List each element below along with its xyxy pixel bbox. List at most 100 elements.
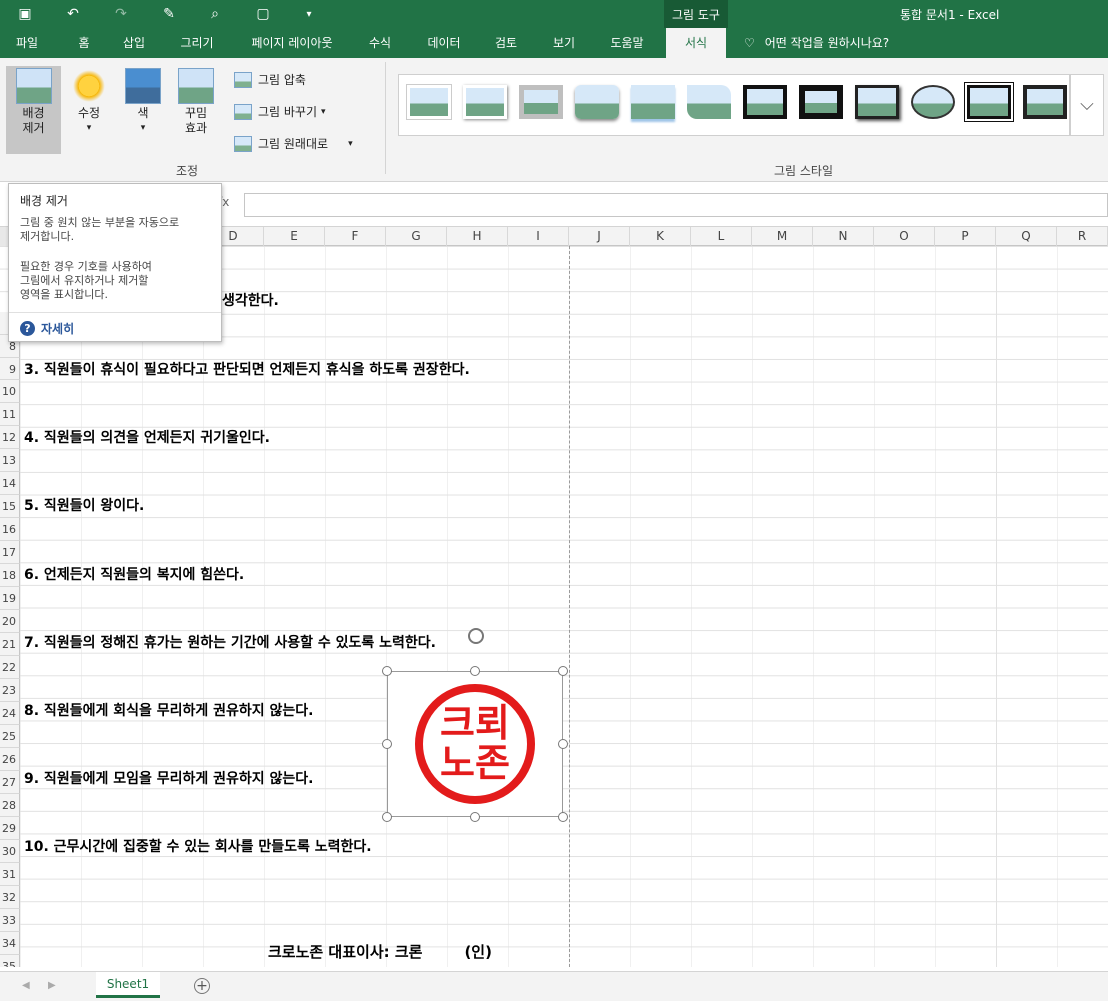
color-button[interactable]: 색 ▾: [120, 66, 166, 154]
row-header[interactable]: 16: [0, 518, 20, 541]
cell-text-row12[interactable]: 4. 직원들의 의견을 언제든지 귀기울인다.: [24, 427, 270, 447]
seal-picture[interactable]: 크뢰 노존: [387, 671, 563, 817]
row-header[interactable]: 29: [0, 817, 20, 840]
column-header[interactable]: Q: [996, 227, 1057, 246]
picture-style-thumb[interactable]: [964, 82, 1014, 122]
row-header[interactable]: 28: [0, 794, 20, 817]
row-header[interactable]: 9: [0, 358, 20, 380]
row-header[interactable]: 22: [0, 656, 20, 679]
row-header[interactable]: 14: [0, 472, 20, 495]
tab-view[interactable]: 보기: [542, 28, 586, 58]
column-header[interactable]: E: [264, 227, 325, 246]
column-header[interactable]: F: [325, 227, 386, 246]
row-header[interactable]: 20: [0, 610, 20, 633]
signature-text[interactable]: 크로노존 대표이사: 크론 (인): [268, 941, 492, 962]
cell-text-row9[interactable]: 3. 직원들이 휴식이 필요하다고 판단되면 언제든지 휴식을 하도록 권장한다…: [24, 359, 470, 379]
row-header[interactable]: 31: [0, 863, 20, 886]
tab-review[interactable]: 검토: [484, 28, 528, 58]
resize-handle[interactable]: [558, 812, 568, 822]
column-header[interactable]: G: [386, 227, 447, 246]
formula-input[interactable]: [244, 193, 1108, 217]
worksheet-grid[interactable]: 7 8 9 10 11 12 13 14 15 16 17 18 19 20 2…: [0, 246, 1108, 967]
resize-handle[interactable]: [382, 666, 392, 676]
cell-text-row6[interactable]: 생각한다.: [222, 290, 279, 310]
tab-insert[interactable]: 삽입: [112, 28, 156, 58]
cell-text-row24[interactable]: 8. 직원들에게 회식을 무리하게 권유하지 않는다.: [24, 700, 313, 720]
redo-icon[interactable]: ↷: [110, 4, 132, 24]
picture-style-thumb[interactable]: [1023, 85, 1067, 119]
picture-style-thumb[interactable]: [911, 85, 955, 119]
column-header[interactable]: L: [691, 227, 752, 246]
tab-formulas[interactable]: 수식: [358, 28, 402, 58]
row-header[interactable]: 33: [0, 909, 20, 932]
row-header[interactable]: 18: [0, 564, 20, 587]
row-header[interactable]: 10: [0, 380, 20, 403]
row-header[interactable]: 12: [0, 426, 20, 449]
column-header[interactable]: K: [630, 227, 691, 246]
picture-style-thumb[interactable]: [855, 85, 899, 119]
resize-handle[interactable]: [382, 739, 392, 749]
reset-picture-button[interactable]: 그림 원래대로 ▾: [234, 134, 353, 154]
resize-handle[interactable]: [470, 812, 480, 822]
compress-pictures-button[interactable]: 그림 압축: [234, 70, 306, 90]
resize-handle[interactable]: [470, 666, 480, 676]
draw-icon[interactable]: ✎: [158, 4, 180, 24]
tab-data[interactable]: 데이터: [416, 28, 472, 58]
print-preview-icon[interactable]: ⌕: [204, 4, 226, 24]
resize-handle[interactable]: [558, 666, 568, 676]
resize-handle[interactable]: [382, 812, 392, 822]
tab-file[interactable]: 파일: [4, 28, 50, 58]
cell-text-row21[interactable]: 7. 직원들의 정해진 휴가는 원하는 기간에 사용할 수 있도록 노력한다.: [24, 632, 436, 652]
row-header[interactable]: 30: [0, 840, 20, 863]
row-header[interactable]: 15: [0, 495, 20, 518]
row-header[interactable]: 35: [0, 955, 20, 967]
rotate-handle-icon[interactable]: [468, 628, 484, 644]
cell-text-row27[interactable]: 9. 직원들에게 모임을 무리하게 권유하지 않는다.: [24, 768, 313, 788]
picture-style-thumb[interactable]: [743, 85, 787, 119]
row-header[interactable]: 13: [0, 449, 20, 472]
picture-style-thumb[interactable]: [407, 85, 451, 119]
row-header[interactable]: 19: [0, 587, 20, 610]
row-header[interactable]: 25: [0, 725, 20, 748]
column-header[interactable]: O: [874, 227, 935, 246]
tab-draw[interactable]: 그리기: [170, 28, 224, 58]
picture-style-thumb[interactable]: [799, 85, 843, 119]
tooltip-more-link[interactable]: ? 자세히: [20, 320, 74, 337]
artistic-effects-button[interactable]: 꾸밈 효과: [172, 66, 220, 154]
remove-background-button[interactable]: 배경 제거: [6, 66, 61, 154]
row-header[interactable]: 27: [0, 771, 20, 794]
prev-sheet-icon[interactable]: ◀: [22, 980, 30, 991]
column-header[interactable]: P: [935, 227, 996, 246]
picture-style-thumb[interactable]: [519, 85, 563, 119]
customize-qat-icon[interactable]: ▾: [298, 4, 320, 24]
row-header[interactable]: 11: [0, 403, 20, 426]
tab-help[interactable]: 도움말: [598, 28, 656, 58]
cell-text-row18[interactable]: 6. 언제든지 직원들의 복지에 힘쓴다.: [24, 564, 244, 584]
column-header[interactable]: H: [447, 227, 508, 246]
tab-page-layout[interactable]: 페이지 레이아웃: [240, 28, 344, 58]
save-icon[interactable]: ▣: [14, 4, 36, 24]
next-sheet-icon[interactable]: ▶: [48, 980, 56, 991]
row-header[interactable]: 26: [0, 748, 20, 771]
column-header[interactable]: J: [569, 227, 630, 246]
sheet-tab[interactable]: Sheet1: [96, 972, 160, 998]
gallery-more-button[interactable]: ⌵: [1070, 74, 1104, 136]
corrections-button[interactable]: 수정 ▾: [66, 66, 112, 154]
cell-text-row15[interactable]: 5. 직원들이 왕이다.: [24, 495, 144, 515]
picture-style-thumb[interactable]: [463, 85, 507, 119]
row-header[interactable]: 23: [0, 679, 20, 702]
picture-style-thumb[interactable]: [575, 85, 619, 119]
add-sheet-icon[interactable]: +: [194, 978, 210, 994]
column-header[interactable]: M: [752, 227, 813, 246]
picture-style-thumb[interactable]: [687, 85, 731, 119]
undo-icon[interactable]: ↶: [62, 4, 84, 24]
row-header[interactable]: 21: [0, 633, 20, 656]
cell-text-row30[interactable]: 10. 근무시간에 집중할 수 있는 회사를 만들도록 노력한다.: [24, 836, 372, 856]
tell-me-box[interactable]: ♡ 어떤 작업을 원하시나요?: [744, 28, 889, 58]
resize-handle[interactable]: [558, 739, 568, 749]
picture-style-thumb[interactable]: [631, 85, 675, 119]
row-header[interactable]: 34: [0, 932, 20, 955]
row-header[interactable]: 24: [0, 702, 20, 725]
new-file-icon[interactable]: ▢: [252, 4, 274, 24]
row-header[interactable]: 17: [0, 541, 20, 564]
